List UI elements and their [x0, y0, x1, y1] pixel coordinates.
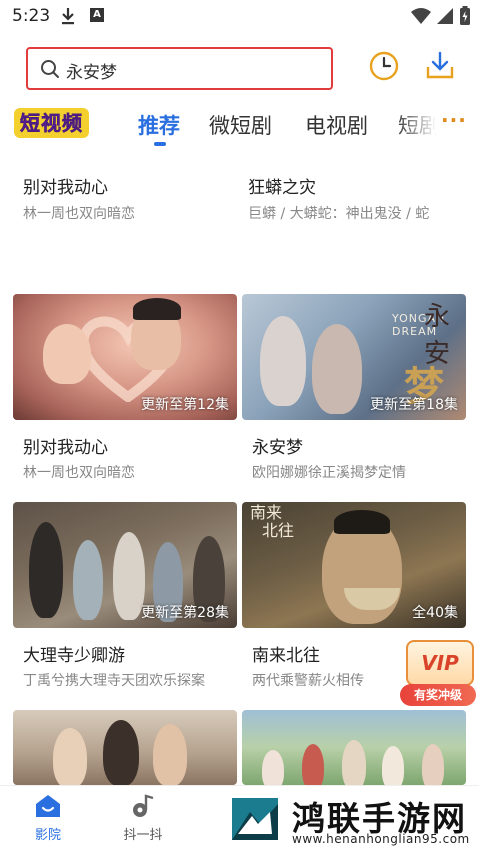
card-subtitle: 丁禹兮携大理寺天团欢乐探案 [23, 673, 205, 689]
drama-card-poster[interactable]: 更新至第12集 [13, 294, 237, 420]
nav-label: 抖一抖 [123, 828, 163, 843]
actor-figure [153, 724, 187, 785]
active-tab-indicator [154, 142, 166, 146]
battery-icon [460, 6, 470, 25]
actor-figure [260, 316, 306, 406]
search-icon [41, 60, 59, 78]
poster-title-bottom: 北往 [262, 521, 295, 540]
tab-micro-drama[interactable]: 微短剧 [209, 110, 272, 140]
card-subtitle: 欧阳娜娜徐正溪揭梦定情 [252, 465, 406, 481]
vip-upgrade-promo[interactable]: VIP 有奖冲级 [400, 640, 476, 708]
download-icon [62, 8, 74, 25]
wifi-icon [411, 8, 431, 24]
actor-figure [103, 720, 139, 785]
episode-badge: 更新至第28集 [141, 605, 229, 621]
card-title[interactable]: 南来北往 [252, 641, 320, 666]
actor-figure [342, 740, 366, 785]
list-item-title[interactable]: 别对我动心 [23, 173, 108, 198]
status-bar: 5:23 A [0, 0, 479, 34]
drama-card-poster[interactable]: 更新至第28集 [13, 502, 237, 628]
signal-icon [437, 8, 453, 24]
tab-tv-series[interactable]: 电视剧 [305, 110, 368, 140]
card-subtitle: 林一周也双向暗恋 [23, 465, 135, 481]
actor-figure [422, 744, 444, 785]
search-input-value: 永安梦 [66, 63, 117, 83]
actor-figure [262, 750, 284, 785]
poster-title-top: 南来 [250, 503, 283, 522]
actor-figure [53, 728, 87, 785]
nav-item-cinema[interactable]: 影院 [18, 792, 78, 843]
card-title[interactable]: 大理寺少卿游 [23, 641, 125, 666]
episode-badge: 更新至第12集 [141, 397, 229, 413]
history-icon[interactable] [368, 50, 400, 82]
list-item-title[interactable]: 狂蟒之灾 [248, 173, 316, 198]
watermark-logo-icon [232, 798, 278, 840]
actor-figure [29, 522, 63, 618]
episode-badge: 更新至第18集 [370, 397, 458, 413]
drama-card-poster[interactable] [242, 710, 466, 785]
actor-figure [302, 744, 324, 785]
card-title[interactable]: 永安梦 [252, 433, 303, 458]
home-icon [36, 795, 60, 817]
status-time: 5:23 [12, 6, 51, 26]
search-input[interactable]: 永安梦 [26, 47, 333, 90]
actor-hair [133, 298, 181, 320]
nav-item-shake[interactable]: 抖一抖 [113, 792, 173, 843]
vip-promo-label: 有奖冲级 [400, 684, 476, 706]
music-note-icon [133, 794, 154, 817]
episode-badge: 全40集 [412, 605, 458, 621]
list-item-subtitle: 巨蟒 / 大蟒蛇：神出鬼没 / 蛇 [248, 206, 430, 222]
drama-card-poster[interactable]: YONGAN DREAM 永安 梦 更新至第18集 [242, 294, 466, 420]
drama-card-poster[interactable] [13, 710, 237, 785]
short-video-logo[interactable]: 短视频 [14, 108, 89, 138]
watermark: 鸿联手游网 www.henanhonglian95.com [226, 790, 479, 853]
card-title[interactable]: 别对我动心 [23, 433, 108, 458]
actor-figure [382, 746, 404, 785]
tab-recommended[interactable]: 推荐 [138, 110, 180, 140]
vip-badge: VIP [406, 640, 474, 686]
list-item-subtitle: 林一周也双向暗恋 [23, 206, 135, 222]
actor-hair [334, 510, 390, 534]
actress-figure [312, 324, 362, 414]
actress-figure [43, 324, 91, 384]
actor-figure [73, 540, 103, 620]
download-icon[interactable] [425, 50, 455, 82]
card-subtitle: 两代乘警薪火相传 [252, 673, 364, 689]
drama-card-poster[interactable]: 南来 北往 全40集 [242, 502, 466, 628]
category-tabs: 短视频 推荐 微短剧 电视剧 短剧 ··· [0, 100, 479, 150]
a-badge-icon: A [90, 8, 104, 22]
more-tabs-button[interactable]: ··· [441, 108, 467, 132]
watermark-url: www.henanhonglian95.com [292, 832, 470, 846]
nav-label: 影院 [34, 828, 61, 843]
